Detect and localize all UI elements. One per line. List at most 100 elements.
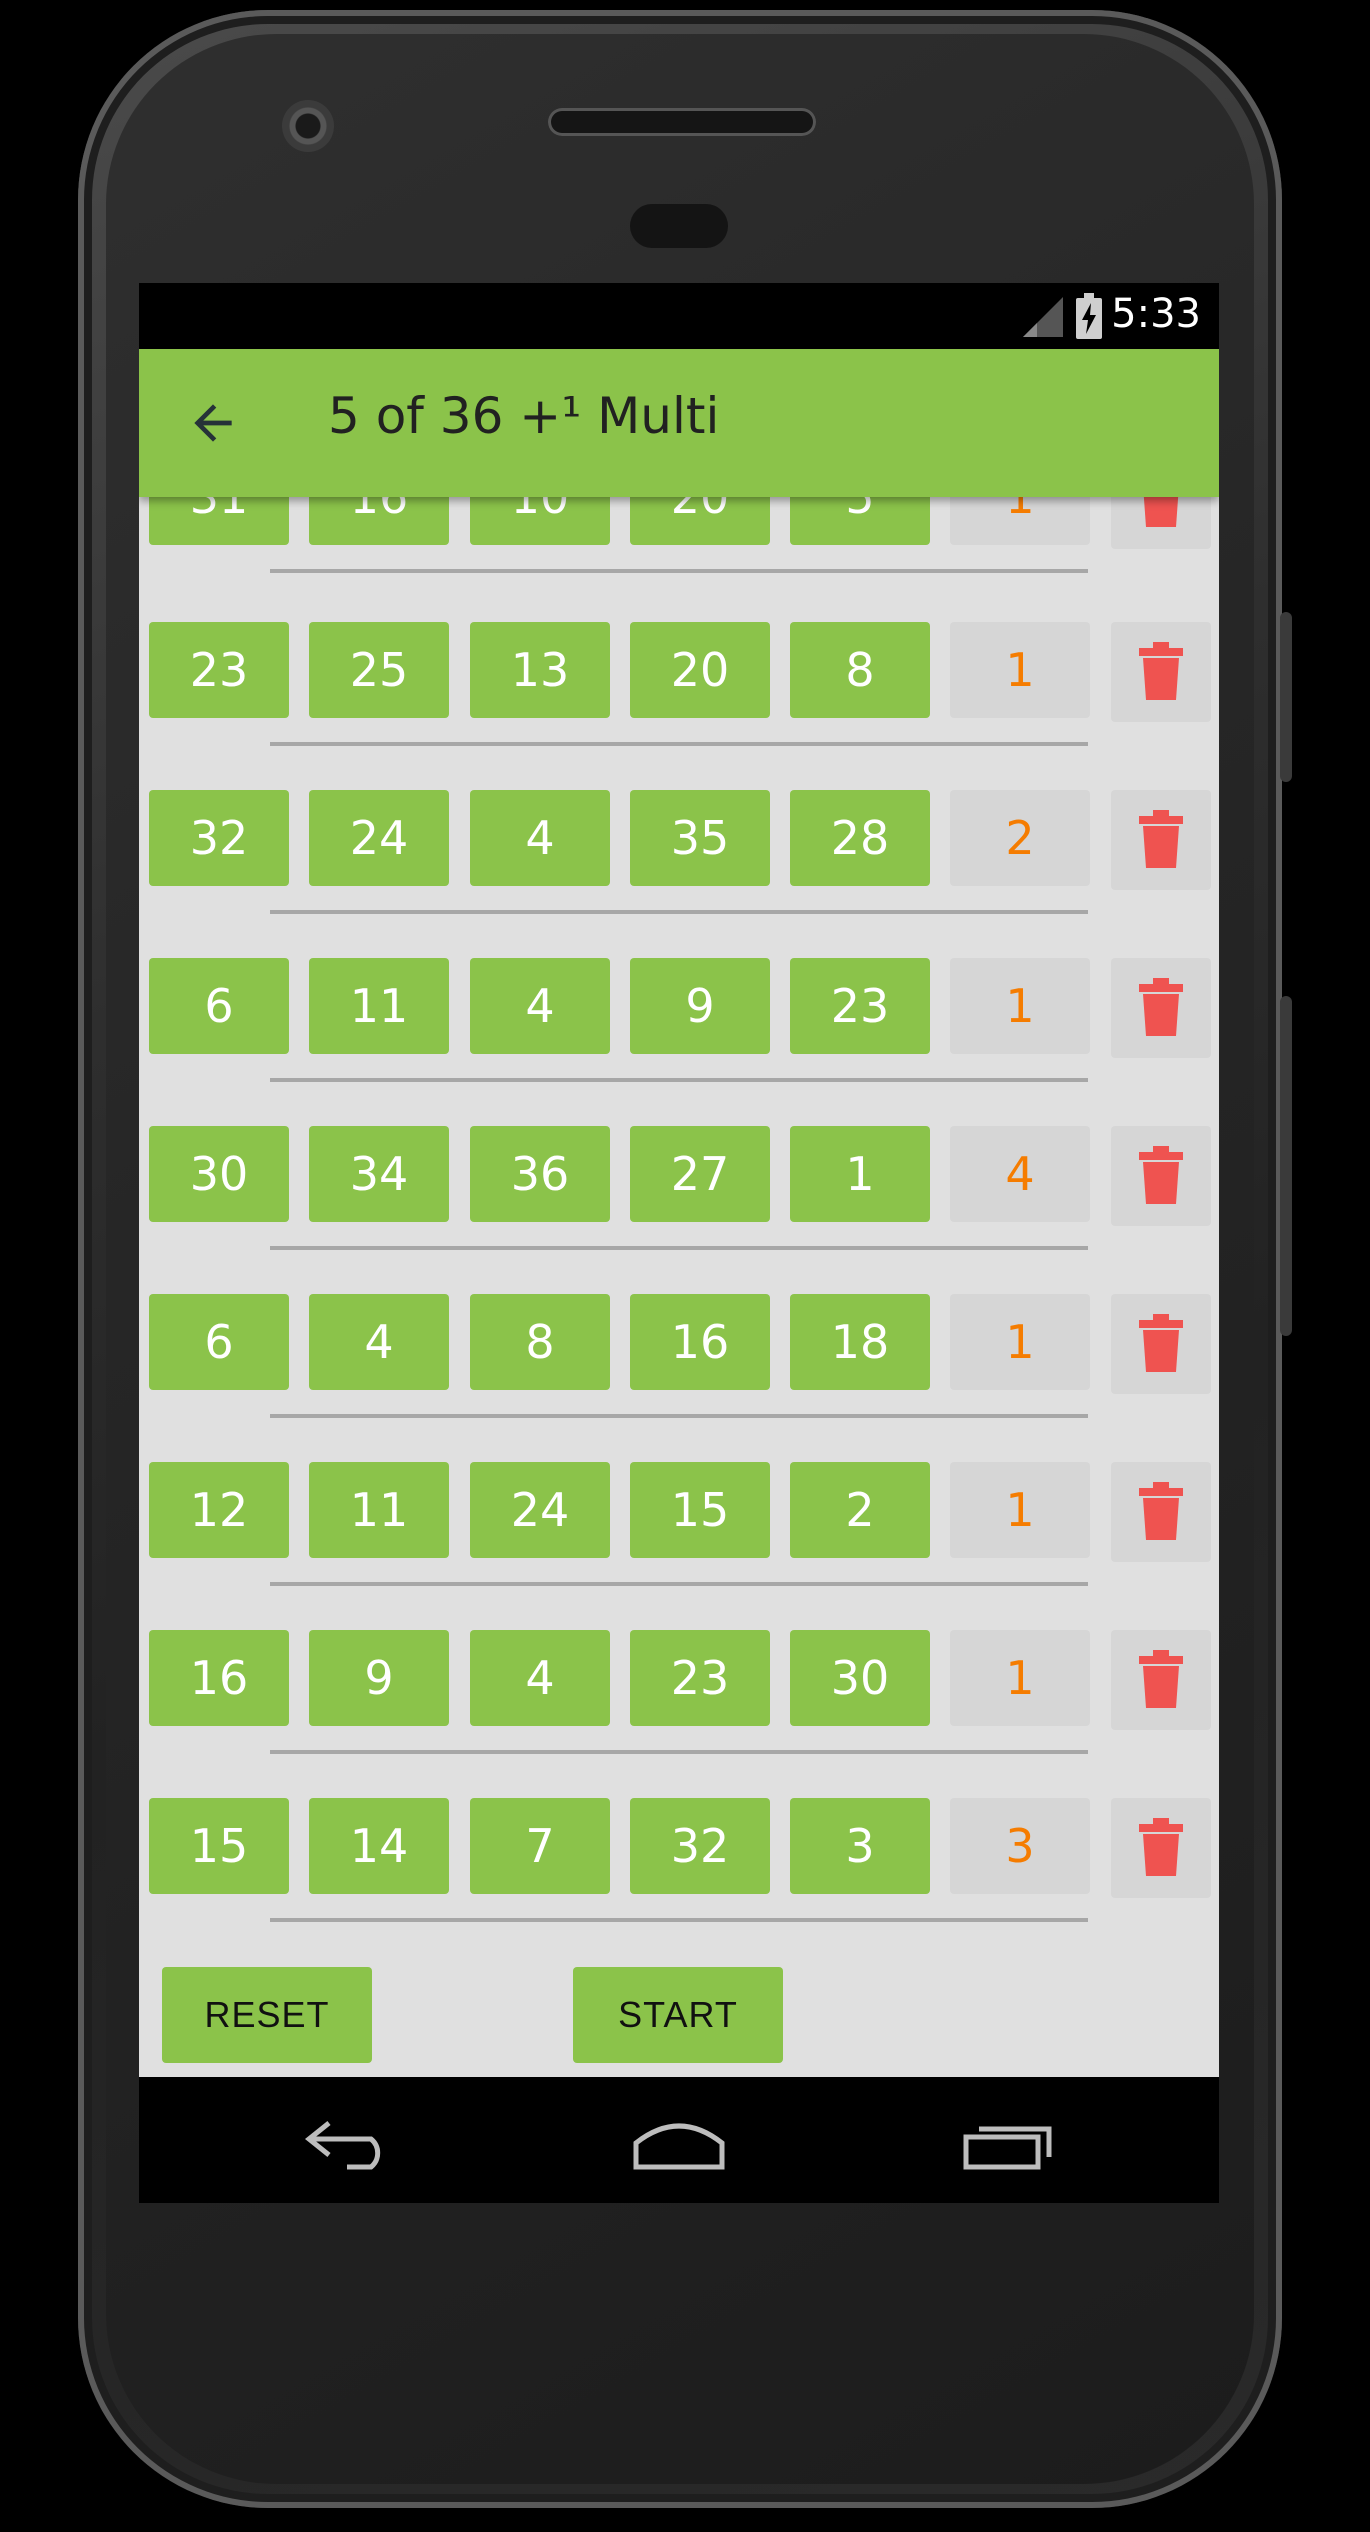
trash-icon <box>1139 1818 1183 1876</box>
ticket-number[interactable]: 8 <box>790 622 930 718</box>
trash-icon <box>1139 978 1183 1036</box>
row-divider <box>270 1414 1088 1418</box>
ticket-number[interactable]: 7 <box>470 1798 610 1894</box>
ticket-number[interactable]: 11 <box>309 958 449 1054</box>
nav-home-icon[interactable] <box>633 2115 725 2171</box>
row-divider <box>270 1582 1088 1586</box>
row-divider <box>270 1078 1088 1082</box>
delete-row-button[interactable] <box>1111 1630 1211 1730</box>
status-bar: 5:33 <box>139 283 1219 349</box>
ticket-number[interactable]: 6 <box>149 1294 289 1390</box>
ticket-row: 15 14 7 32 3 3 <box>139 1798 1219 1898</box>
delete-row-button[interactable] <box>1111 1798 1211 1898</box>
ticket-number[interactable]: 14 <box>309 1798 449 1894</box>
ticket-number[interactable]: 34 <box>309 1126 449 1222</box>
row-divider <box>270 1918 1088 1922</box>
ticket-number[interactable]: 30 <box>149 1126 289 1222</box>
earpiece-speaker <box>548 108 816 136</box>
nav-recents-icon[interactable] <box>963 2115 1055 2171</box>
multiplier-value[interactable]: 2 <box>950 790 1090 886</box>
delete-row-button[interactable] <box>1111 1126 1211 1226</box>
ticket-number[interactable]: 4 <box>309 1294 449 1390</box>
row-divider <box>270 569 1088 573</box>
battery-charging-icon <box>1076 293 1102 339</box>
ticket-number[interactable]: 12 <box>149 1462 289 1558</box>
ticket-number[interactable]: 9 <box>309 1630 449 1726</box>
ticket-number[interactable]: 4 <box>470 790 610 886</box>
trash-icon <box>1139 1650 1183 1708</box>
ticket-row: 32 24 4 35 28 2 <box>139 790 1219 890</box>
ticket-number[interactable]: 6 <box>149 958 289 1054</box>
trash-icon <box>1139 1314 1183 1372</box>
delete-row-button[interactable] <box>1111 790 1211 890</box>
ticket-row: 16 9 4 23 30 1 <box>139 1630 1219 1730</box>
volume-button <box>1280 996 1292 1336</box>
nav-back-icon[interactable] <box>303 2115 395 2171</box>
ticket-number[interactable]: 23 <box>149 622 289 718</box>
page-title: 5 of 36 +¹ Multi <box>328 387 720 445</box>
multiplier-value[interactable]: 1 <box>950 622 1090 718</box>
ticket-number[interactable]: 3 <box>790 1798 930 1894</box>
ticket-number[interactable]: 36 <box>470 1126 610 1222</box>
ticket-number[interactable]: 4 <box>470 958 610 1054</box>
ticket-number[interactable]: 4 <box>470 1630 610 1726</box>
trash-icon <box>1139 642 1183 700</box>
signal-icon <box>1023 297 1063 337</box>
multiplier-value[interactable]: 1 <box>950 958 1090 1054</box>
row-divider <box>270 1246 1088 1250</box>
ticket-number[interactable]: 15 <box>630 1462 770 1558</box>
delete-row-button[interactable] <box>1111 1294 1211 1394</box>
ticket-number[interactable]: 11 <box>309 1462 449 1558</box>
power-button <box>1280 612 1292 782</box>
front-camera-icon <box>282 100 334 152</box>
row-divider <box>270 910 1088 914</box>
start-button[interactable]: START <box>573 1967 783 2063</box>
app-bar: 5 of 36 +¹ Multi <box>139 349 1219 497</box>
navigation-bar <box>139 2077 1219 2203</box>
multiplier-value[interactable]: 3 <box>950 1798 1090 1894</box>
ticket-row: 30 34 36 27 1 4 <box>139 1126 1219 1226</box>
delete-row-button[interactable] <box>1111 958 1211 1058</box>
ticket-number[interactable]: 24 <box>309 790 449 886</box>
screen: 31 16 10 20 5 1 23 25 13 20 8 1 32 24 4 35 28 2 6 11 4 9 23 1 30… <box>139 283 1219 2203</box>
delete-row-button[interactable] <box>1111 622 1211 722</box>
trash-icon <box>1139 810 1183 868</box>
ticket-number[interactable]: 23 <box>630 1630 770 1726</box>
ticket-number[interactable]: 16 <box>149 1630 289 1726</box>
arrow-left-icon[interactable] <box>185 395 241 451</box>
multiplier-value[interactable]: 1 <box>950 1462 1090 1558</box>
trash-icon <box>1139 1146 1183 1204</box>
ticket-number[interactable]: 30 <box>790 1630 930 1726</box>
ticket-number[interactable]: 13 <box>470 622 610 718</box>
ticket-number[interactable]: 15 <box>149 1798 289 1894</box>
row-divider <box>270 1750 1088 1754</box>
trash-icon <box>1139 1482 1183 1540</box>
ticket-number[interactable]: 8 <box>470 1294 610 1390</box>
multiplier-value[interactable]: 4 <box>950 1126 1090 1222</box>
delete-row-button[interactable] <box>1111 1462 1211 1562</box>
multiplier-value[interactable]: 1 <box>950 1630 1090 1726</box>
ticket-row: 6 4 8 16 18 1 <box>139 1294 1219 1394</box>
ticket-row: 12 11 24 15 2 1 <box>139 1462 1219 1562</box>
row-divider <box>270 742 1088 746</box>
ticket-number[interactable]: 1 <box>790 1126 930 1222</box>
ticket-number[interactable]: 2 <box>790 1462 930 1558</box>
reset-button[interactable]: RESET <box>162 1967 372 2063</box>
ticket-number[interactable]: 18 <box>790 1294 930 1390</box>
ticket-number[interactable]: 9 <box>630 958 770 1054</box>
proximity-sensor <box>630 204 728 248</box>
ticket-number[interactable]: 24 <box>470 1462 610 1558</box>
ticket-number[interactable]: 23 <box>790 958 930 1054</box>
ticket-number[interactable]: 32 <box>149 790 289 886</box>
multiplier-value[interactable]: 1 <box>950 1294 1090 1390</box>
ticket-number[interactable]: 25 <box>309 622 449 718</box>
ticket-number[interactable]: 16 <box>630 1294 770 1390</box>
ticket-row: 23 25 13 20 8 1 <box>139 622 1219 722</box>
ticket-number[interactable]: 27 <box>630 1126 770 1222</box>
ticket-number[interactable]: 28 <box>790 790 930 886</box>
ticket-number[interactable]: 35 <box>630 790 770 886</box>
ticket-number[interactable]: 20 <box>630 622 770 718</box>
status-time: 5:33 <box>1111 291 1201 337</box>
ticket-number[interactable]: 32 <box>630 1798 770 1894</box>
ticket-row: 6 11 4 9 23 1 <box>139 958 1219 1058</box>
